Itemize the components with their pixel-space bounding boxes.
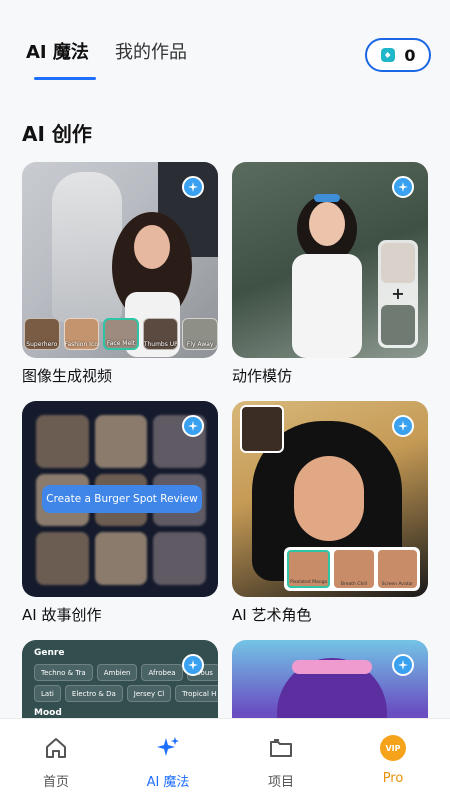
sparkle-badge-icon <box>392 176 414 198</box>
nav-item-pro[interactable]: VIP Pro <box>353 719 433 800</box>
style-option[interactable]: Breath Chill <box>334 550 374 588</box>
mood-label: Mood <box>34 708 62 718</box>
card-music[interactable]: Genre Techno & Tra Ambien Afrobea …ous L… <box>22 640 218 730</box>
gem-icon <box>381 48 396 62</box>
tab-my-works[interactable]: 我的作品 <box>115 38 187 64</box>
effect-thumb[interactable]: Thumbs UP <box>142 318 179 350</box>
reference-photo <box>381 305 415 345</box>
nav-label: 首页 <box>42 775 69 790</box>
vip-crown-icon: VIP <box>380 735 406 761</box>
bottom-nav: 首页 AI 魔法 项目 VIP Pro <box>0 718 450 800</box>
source-portrait <box>240 405 284 453</box>
credits-count: 0 <box>404 45 416 65</box>
style-option[interactable]: Screen Avatar <box>377 550 417 588</box>
reference-stack: + <box>378 240 418 348</box>
style-options: Pixelated Mango Breath Chill Screen Avat… <box>284 547 420 591</box>
card-image-to-video[interactable]: Superhero Fashion Icon Face Melt Thumbs … <box>22 162 218 358</box>
card-ai-story[interactable]: Create a Burger Spot Review <box>22 401 218 597</box>
nav-label: Pro <box>382 771 404 786</box>
plus-icon: + <box>391 284 405 303</box>
effect-thumb[interactable]: Fly Away <box>182 318 218 350</box>
style-option[interactable]: Pixelated Mango <box>287 550 331 588</box>
reference-photo <box>381 243 415 283</box>
sparkle-icon <box>157 737 179 756</box>
genre-chip[interactable]: Tropical H <box>175 685 218 702</box>
section-title: AI 创作 <box>22 122 92 146</box>
sparkle-badge-icon <box>392 654 414 676</box>
nav-label: 项目 <box>267 775 294 790</box>
genre-chip[interactable]: Jersey Cl <box>126 685 172 702</box>
card-caption: 动作模仿 <box>232 367 293 385</box>
sparkle-badge-icon <box>182 415 204 437</box>
art-face <box>294 456 364 541</box>
card-caption: AI 故事创作 <box>22 606 102 624</box>
tab-ai-magic[interactable]: AI 魔法 <box>26 38 89 64</box>
sparkle-badge-icon <box>392 415 414 437</box>
card-fantasy-portrait[interactable] <box>232 640 428 730</box>
genre-chip[interactable]: Afrobea <box>141 664 183 681</box>
art-accessory <box>292 660 372 674</box>
preview-person <box>292 194 362 358</box>
genre-chip[interactable]: Techno & Tra <box>34 664 93 681</box>
genre-chip[interactable]: Lati <box>34 685 61 702</box>
vip-icon-text: VIP <box>385 743 401 753</box>
story-prompt-button[interactable]: Create a Burger Spot Review <box>42 485 202 513</box>
nav-item-ai-magic[interactable]: AI 魔法 <box>128 719 208 800</box>
folder-icon <box>270 739 292 757</box>
effect-thumb[interactable]: Fashion Icon <box>63 318 100 350</box>
sparkle-badge-icon <box>182 654 204 676</box>
card-caption: 图像生成视频 <box>22 367 113 385</box>
effect-thumb[interactable]: Face Melt <box>103 318 139 350</box>
card-ai-art-character[interactable]: Pixelated Mango Breath Chill Screen Avat… <box>232 401 428 597</box>
nav-item-home[interactable]: 首页 <box>16 719 96 800</box>
effect-thumb[interactable]: Superhero <box>24 318 60 350</box>
card-caption: AI 艺术角色 <box>232 606 312 624</box>
genre-chip[interactable]: Ambien <box>96 664 138 681</box>
top-tab-bar: AI 魔法 我的作品 0 <box>0 0 450 90</box>
credits-button[interactable]: 0 <box>365 38 431 72</box>
active-tab-indicator <box>34 77 96 80</box>
genre-label: Genre <box>34 648 65 658</box>
genre-chip[interactable]: Electro & Da <box>64 685 123 702</box>
nav-label: AI 魔法 <box>146 775 190 790</box>
nav-item-projects[interactable]: 项目 <box>241 719 321 800</box>
effect-thumbnails: Superhero Fashion Icon Face Melt Thumbs … <box>22 318 218 350</box>
home-icon <box>46 738 66 758</box>
sparkle-badge-icon <box>182 176 204 198</box>
card-motion-mimic[interactable]: + <box>232 162 428 358</box>
